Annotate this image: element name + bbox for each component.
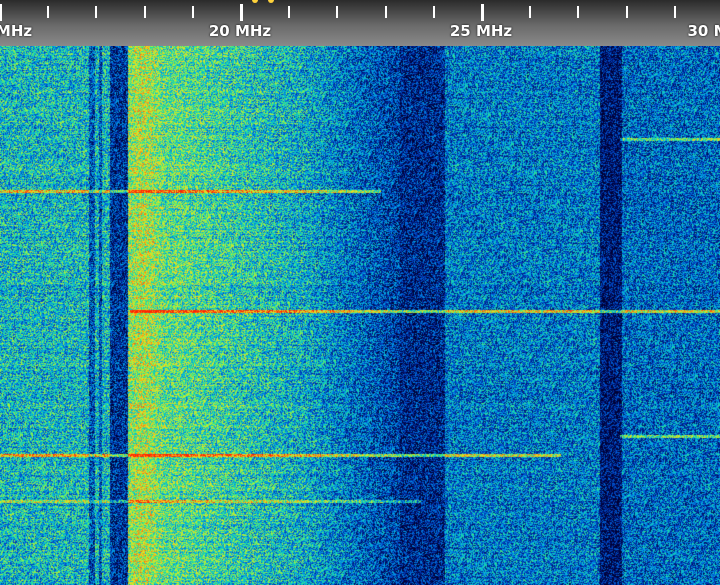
- minor-tick: [192, 6, 194, 18]
- waterfall-display[interactable]: [0, 46, 720, 585]
- freq-label-left-edge: MHz: [0, 22, 33, 40]
- waterfall-canvas[interactable]: [0, 46, 720, 585]
- minor-tick: [95, 6, 97, 18]
- tuning-marker[interactable]: [252, 0, 258, 3]
- frequency-scale[interactable]: MHz 20 MHz 25 MHz 30 M: [0, 0, 720, 46]
- minor-tick: [529, 6, 531, 18]
- minor-tick: [626, 6, 628, 18]
- freq-label-30mhz: 30 M: [687, 22, 720, 40]
- major-tick: [240, 4, 243, 21]
- minor-tick: [47, 6, 49, 18]
- minor-tick: [385, 6, 387, 18]
- minor-tick: [336, 6, 338, 18]
- major-tick: [0, 4, 2, 21]
- minor-tick: [433, 6, 435, 18]
- major-tick: [481, 4, 484, 21]
- minor-tick: [144, 6, 146, 18]
- freq-label-25mhz: 25 MHz: [449, 22, 513, 40]
- minor-tick: [288, 6, 290, 18]
- freq-label-20mhz: 20 MHz: [208, 22, 272, 40]
- tuning-marker-secondary[interactable]: [268, 0, 274, 3]
- minor-tick: [674, 6, 676, 18]
- sdr-waterfall-app: MHz 20 MHz 25 MHz 30 M: [0, 0, 720, 585]
- minor-tick: [577, 6, 579, 18]
